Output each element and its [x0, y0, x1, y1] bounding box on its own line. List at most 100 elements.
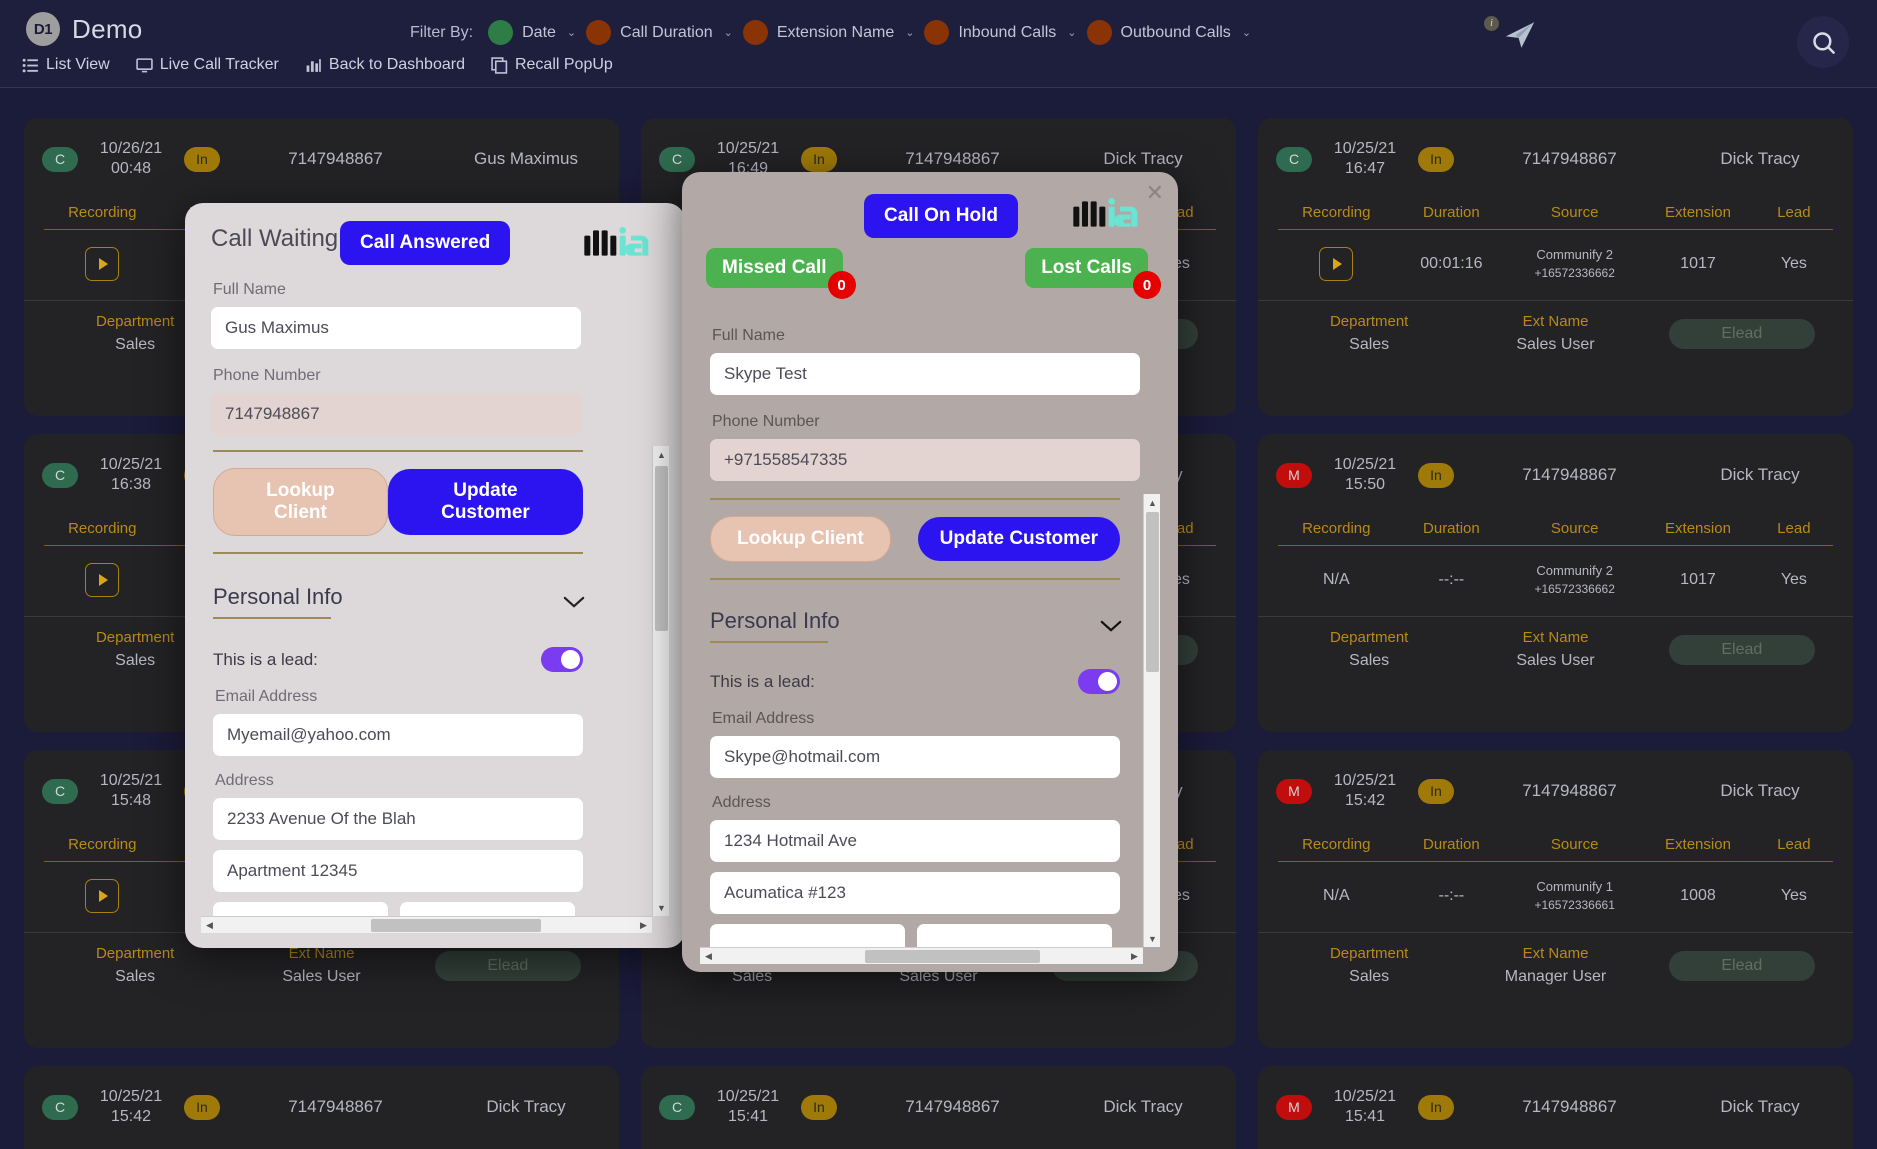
email-input[interactable]: [710, 736, 1120, 778]
scroll-right-arrow[interactable]: ▶: [1126, 948, 1143, 964]
chevron-down-icon[interactable]: ⌄: [1242, 26, 1251, 39]
horizontal-scroll-thumb[interactable]: [865, 950, 1040, 963]
update-customer-button[interactable]: Update Customer: [387, 469, 583, 535]
nav-live-call-tracker[interactable]: Live Call Tracker: [136, 56, 279, 74]
column-header: Recording: [1302, 204, 1371, 221]
email-input[interactable]: [213, 714, 583, 756]
play-recording-button[interactable]: [42, 247, 163, 281]
elead-button[interactable]: Elead: [1668, 951, 1815, 981]
chevron-down-icon[interactable]: [1100, 620, 1122, 632]
vertical-scroll-thumb[interactable]: [655, 466, 668, 631]
illia-logo-icon: [1072, 194, 1152, 234]
call-date: 10/25/21: [99, 456, 163, 473]
nav-live-call-tracker-label: Live Call Tracker: [159, 56, 279, 73]
elead-button[interactable]: Elead: [1668, 635, 1815, 665]
horizontal-scrollbar[interactable]: ◀ ▶: [700, 947, 1143, 964]
call-date: 10/25/21: [1333, 456, 1397, 473]
nav-back-to-dashboard[interactable]: Back to Dashboard: [305, 56, 465, 74]
scroll-up-arrow[interactable]: ▲: [653, 446, 669, 463]
call-phone: 7147948867: [288, 149, 383, 168]
nav-list-view[interactable]: List View: [22, 56, 110, 74]
call-on-hold-actions-wrap: Lookup Client Update Customer Personal I…: [710, 498, 1122, 964]
full-name-input[interactable]: [211, 307, 581, 349]
filter-call-duration[interactable]: Call Duration ⌄: [586, 20, 733, 45]
play-recording-button[interactable]: [42, 563, 163, 597]
call-phone: 7147948867: [905, 1097, 1000, 1116]
filter-label: Date: [522, 23, 556, 41]
filter-extension-name[interactable]: Extension Name ⌄: [742, 20, 914, 45]
scroll-right-arrow[interactable]: ▶: [635, 917, 652, 933]
phone-number-input[interactable]: [211, 393, 581, 435]
elead-button[interactable]: Elead: [1668, 319, 1815, 349]
brand-name: Demo: [72, 13, 143, 44]
call-time: 16:38: [110, 476, 152, 493]
scroll-down-arrow[interactable]: ▼: [1144, 930, 1160, 947]
filter-color-dot: [586, 20, 612, 45]
chevron-down-icon[interactable]: ⌄: [905, 26, 914, 39]
phone-number-input[interactable]: [710, 439, 1140, 481]
chevron-down-icon[interactable]: ⌄: [724, 26, 733, 39]
play-icon[interactable]: [85, 247, 120, 281]
scroll-up-arrow[interactable]: ▲: [1144, 494, 1160, 511]
chevron-down-icon[interactable]: ⌄: [567, 26, 576, 39]
call-contact-name: Dick Tracy: [1720, 149, 1800, 168]
call-card[interactable]: M 10/25/21 15:50 In 7147948867 Dick Tracy Reco…: [1258, 434, 1853, 732]
call-card[interactable]: C 10/25/21 15:42 In 7147948867 Dick Tracy Reco…: [24, 1066, 619, 1149]
filter-outbound-calls[interactable]: Outbound Calls ⌄: [1086, 20, 1251, 45]
horizontal-scroll-thumb[interactable]: [371, 919, 541, 932]
info-icon[interactable]: i: [1484, 16, 1499, 31]
call-status-badge: M: [1276, 1094, 1312, 1120]
address-line1-input[interactable]: [213, 798, 583, 840]
play-recording-button[interactable]: [42, 879, 163, 913]
is-lead-toggle[interactable]: [541, 647, 583, 672]
call-status-badge: C: [659, 1094, 695, 1120]
vertical-scrollbar[interactable]: ▲ ▼: [1143, 494, 1160, 947]
call-contact-name: Dick Tracy: [1103, 149, 1183, 168]
elead-block: Elead: [415, 945, 601, 986]
source-name: Communify 2: [1536, 247, 1613, 262]
column-header: Recording: [68, 836, 137, 853]
ext-name-label: Ext Name: [1522, 945, 1589, 962]
play-icon[interactable]: [85, 563, 120, 597]
elead-button[interactable]: Elead: [434, 951, 581, 981]
call-phone: 7147948867: [1522, 1097, 1617, 1116]
play-icon[interactable]: [1319, 247, 1354, 281]
chevron-down-icon[interactable]: ⌄: [1067, 26, 1076, 39]
address-line2-input[interactable]: [213, 850, 583, 892]
call-card[interactable]: M 10/25/21 15:42 In 7147948867 Dick Tracy Reco…: [1258, 750, 1853, 1048]
lookup-client-button[interactable]: Lookup Client: [213, 468, 388, 536]
search-button[interactable]: [1797, 16, 1849, 68]
call-source: Communify 2 +16572336662: [1506, 246, 1643, 282]
lost-calls-button[interactable]: Lost Calls 0: [1025, 248, 1161, 299]
update-customer-button[interactable]: Update Customer: [917, 517, 1120, 561]
call-card[interactable]: M 10/25/21 15:41 In 7147948867 Dick Tracy Reco…: [1258, 1066, 1853, 1149]
full-name-input[interactable]: [710, 353, 1140, 395]
column-header: Lead: [1777, 836, 1811, 853]
is-lead-toggle[interactable]: [1078, 669, 1120, 694]
play-recording-button[interactable]: [1276, 247, 1397, 281]
lookup-client-button[interactable]: Lookup Client: [710, 516, 891, 562]
call-lead: Yes: [1780, 571, 1807, 588]
missed-call-button[interactable]: Missed Call 0: [706, 248, 856, 299]
filter-inbound-calls[interactable]: Inbound Calls ⌄: [924, 20, 1077, 45]
scroll-left-arrow[interactable]: ◀: [700, 948, 717, 964]
scroll-down-arrow[interactable]: ▼: [653, 899, 669, 916]
call-time: 16:47: [1344, 160, 1386, 177]
column-header: Source: [1550, 204, 1599, 221]
address-line2-input[interactable]: [710, 872, 1120, 914]
call-card-header: C 10/25/21 15:41 In 7147948867 Dick Tracy: [659, 1080, 1218, 1134]
call-answered-button[interactable]: Call Answered: [340, 221, 511, 265]
call-card[interactable]: C 10/25/21 15:41 In 7147948867 Dick Tracy Reco…: [641, 1066, 1236, 1149]
vertical-scrollbar[interactable]: ▲ ▼: [652, 446, 669, 916]
horizontal-scrollbar[interactable]: ◀ ▶: [201, 916, 652, 933]
play-icon[interactable]: [85, 879, 120, 913]
paper-plane-icon[interactable]: [1500, 18, 1540, 52]
scroll-left-arrow[interactable]: ◀: [201, 917, 218, 933]
chevron-down-icon[interactable]: [563, 596, 585, 608]
nav-recall-popup[interactable]: Recall PopUp: [491, 56, 613, 74]
call-on-hold-button[interactable]: Call On Hold: [864, 194, 1018, 238]
vertical-scroll-thumb[interactable]: [1146, 512, 1159, 672]
call-card[interactable]: C 10/25/21 16:47 In 7147948867 Dick Tracy Reco…: [1258, 118, 1853, 416]
address-line1-input[interactable]: [710, 820, 1120, 862]
filter-date[interactable]: Date ⌄: [488, 20, 576, 45]
